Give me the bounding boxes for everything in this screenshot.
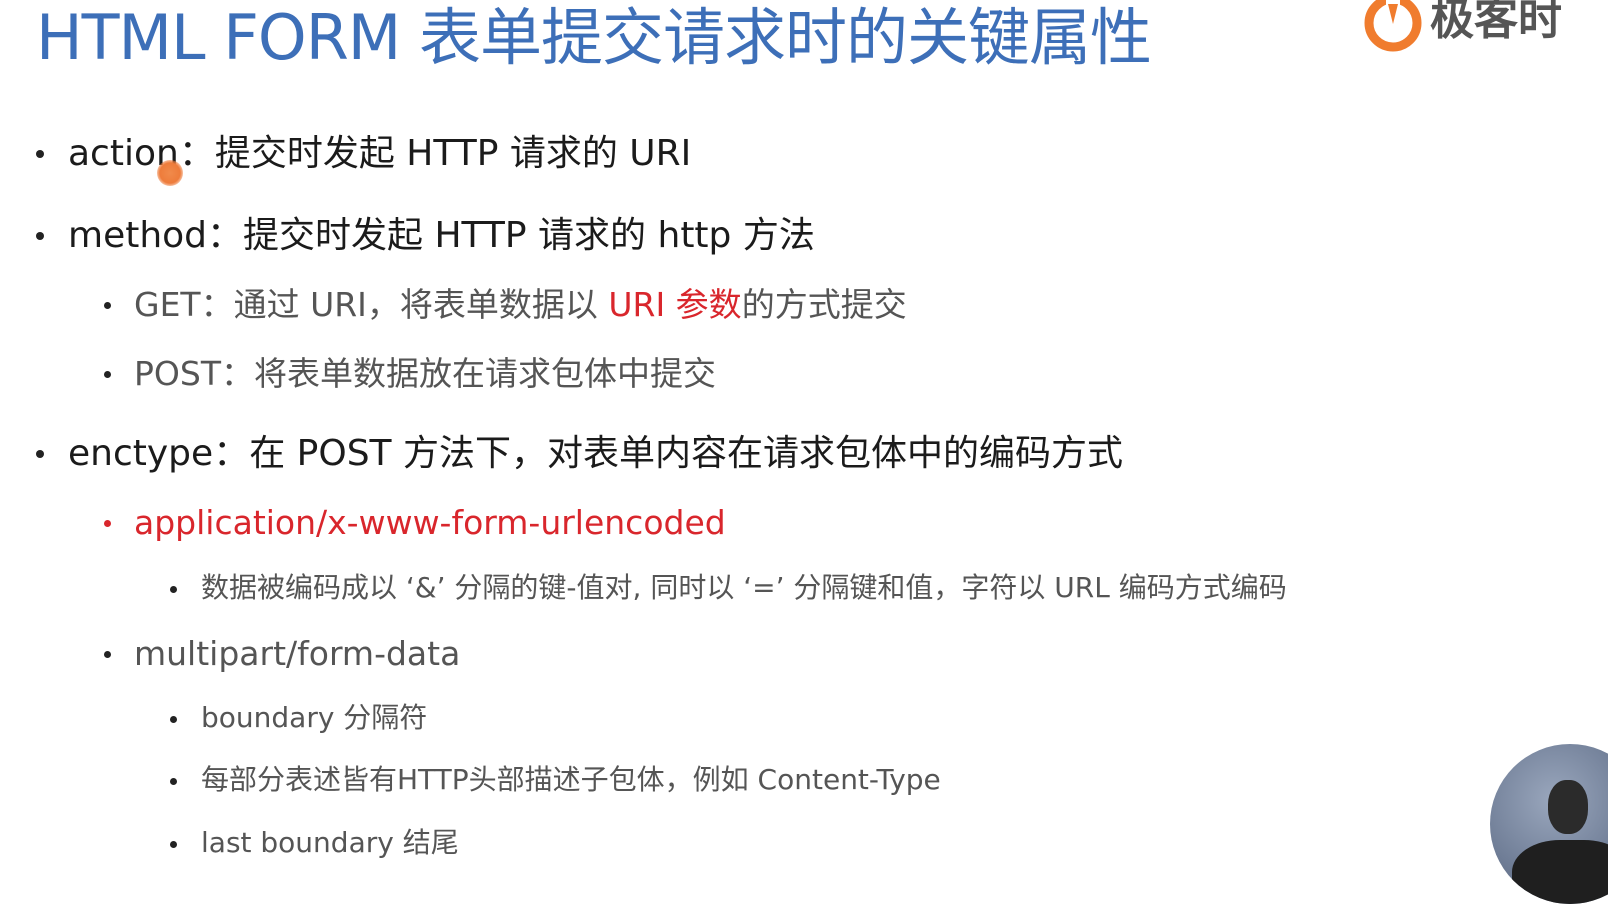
item-enctype: enctype：在 POST 方法下，对表单内容在请求包体中的编码方式 [68,432,1123,476]
bullet-dot [36,232,44,240]
method-key: method [68,215,208,256]
bullet-dot [104,651,111,658]
item-urlencoded-desc: 数据被编码成以 ‘&’ 分隔的键-值对, 同时以 ‘=’ 分隔键和值，字符以 U… [201,571,1287,604]
item-urlencoded: application/x-www-form-urlencoded [134,503,726,542]
bullet-dot [170,841,177,848]
get-highlight: URI 参数 [608,285,742,324]
method-sep: ： [207,215,244,256]
bullet-dot [36,150,44,158]
bullet-dot [104,520,111,527]
bullet-dot [104,302,111,309]
presenter-body [1512,840,1608,904]
bullet-dot [170,778,177,785]
get-text-pre: GET：通过 URI，将表单数据以 [134,285,609,324]
item-boundary: boundary 分隔符 [201,701,428,734]
item-parts: 每部分表述皆有HTTP头部描述子包体，例如 Content-Type [201,763,941,796]
presenter-head [1548,780,1588,834]
action-desc: 提交时发起 HTTP 请求的 URI [214,133,692,174]
enctype-key: enctype [68,433,214,474]
geektime-logo: 极客时 [1364,0,1608,54]
get-text-post: 的方式提交 [741,285,907,324]
logo-text: 极客时 [1430,0,1562,45]
bullet-dot [36,450,44,458]
bullet-dot [170,586,177,593]
item-last-boundary: last boundary 结尾 [201,826,459,859]
bullet-dot [104,371,111,378]
item-get: GET：通过 URI，将表单数据以 URI 参数的方式提交 [134,284,907,326]
item-method: method：提交时发起 HTTP 请求的 http 方法 [68,214,815,258]
bullet-dot [170,716,177,723]
mouse-cursor-indicator [157,160,183,186]
enctype-desc: 在 POST 方法下，对表单内容在请求包体中的编码方式 [249,433,1123,474]
geektime-logo-icon [1364,0,1422,52]
presenter-webcam [1490,744,1608,904]
slide-title: HTML FORM 表单提交请求时的关键属性 [36,1,1152,74]
action-sep: ： [178,133,215,174]
enctype-sep: ： [213,433,250,474]
method-desc: 提交时发起 HTTP 请求的 http 方法 [243,215,815,256]
item-multipart: multipart/form-data [134,634,461,673]
item-post: POST：将表单数据放在请求包体中提交 [134,354,716,393]
